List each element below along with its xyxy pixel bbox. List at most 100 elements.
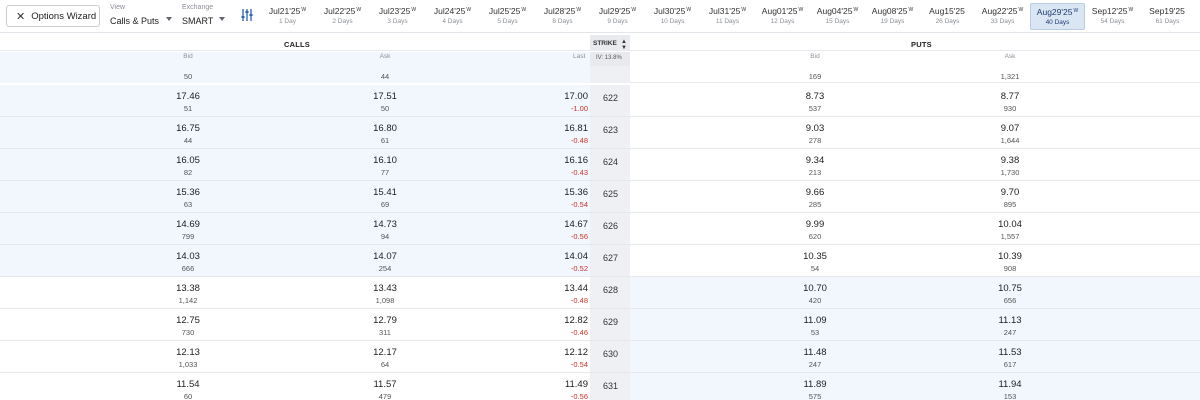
call-change[interactable]: -0.43: [571, 168, 588, 177]
call-bid-size[interactable]: 1,142: [179, 296, 198, 305]
table-row[interactable]: 16.05 82 16.10 77 16.16 -0.43 624 9.34 213 9.38 1,…: [0, 149, 1200, 181]
call-last[interactable]: 16.81: [564, 123, 588, 134]
call-bid-size[interactable]: 51: [184, 104, 192, 113]
strike-cell[interactable]: 631: [590, 373, 630, 400]
call-ask-size[interactable]: 50: [381, 104, 389, 113]
put-ask[interactable]: 10.75: [998, 283, 1022, 294]
sliders-icon[interactable]: [240, 8, 254, 22]
table-row[interactable]: 16.75 44 16.80 61 16.81 -0.48 623 9.03 278 9.07 1,…: [0, 117, 1200, 149]
put-bid-size[interactable]: 278: [809, 136, 822, 145]
call-ask-size[interactable]: 311: [379, 328, 391, 337]
table-row[interactable]: 11.54 60 11.57 479 11.49 -0.56 631 11.89 575 11.9…: [0, 373, 1200, 400]
put-bid-size[interactable]: 169: [809, 72, 822, 81]
call-last[interactable]: 13.44: [564, 283, 588, 294]
strike-cell[interactable]: 623: [590, 117, 630, 148]
expiration-tab[interactable]: Jul29'25W 9 Days: [590, 3, 645, 30]
put-ask[interactable]: 10.39: [998, 251, 1022, 262]
call-ask-size[interactable]: 44: [381, 72, 389, 81]
table-row[interactable]: 12.13 1,033 12.17 64 12.12 -0.54 630 11.48 247 11…: [0, 341, 1200, 373]
call-change[interactable]: -0.48: [571, 136, 588, 145]
call-last[interactable]: 14.67: [564, 219, 588, 230]
expiration-tab[interactable]: Jul30'25W 10 Days: [645, 3, 700, 30]
call-last[interactable]: 11.49: [565, 379, 588, 390]
call-bid[interactable]: 16.75: [176, 123, 200, 134]
call-ask[interactable]: 14.73: [373, 219, 397, 230]
strike-cell[interactable]: 628: [590, 277, 630, 308]
call-bid[interactable]: 15.36: [176, 187, 200, 198]
put-ask-size[interactable]: 247: [1004, 328, 1017, 337]
strike-cell[interactable]: 627: [590, 245, 630, 276]
call-ask[interactable]: 16.10: [373, 155, 397, 166]
put-bid[interactable]: 9.66: [806, 187, 825, 198]
table-row[interactable]: 17.46 51 17.51 50 17.00 -1.00 622 8.73 537 8.77 93…: [0, 85, 1200, 117]
call-bid-size[interactable]: 799: [182, 232, 195, 241]
call-last[interactable]: 16.16: [564, 155, 588, 166]
expiration-tab[interactable]: Sep19'25 61 Days: [1140, 3, 1195, 30]
put-bid-size[interactable]: 620: [809, 232, 822, 241]
call-ask-size[interactable]: 69: [381, 200, 389, 209]
expiration-tab[interactable]: Jul24'25W 4 Days: [425, 3, 480, 30]
put-ask-size[interactable]: 1,644: [1001, 136, 1020, 145]
put-bid-size[interactable]: 420: [809, 296, 822, 305]
expiration-tab[interactable]: Jul31'25W 11 Days: [700, 3, 755, 30]
strike-cell[interactable]: 625: [590, 181, 630, 212]
call-bid[interactable]: 14.69: [176, 219, 200, 230]
expiration-tab[interactable]: Aug08'25W 19 Days: [865, 3, 920, 30]
call-change[interactable]: -0.52: [571, 264, 588, 273]
expiration-tab[interactable]: Sep12'25W 54 Days: [1085, 3, 1140, 30]
exchange-dropdown[interactable]: SMART: [182, 16, 213, 26]
put-ask[interactable]: 8.77: [1001, 91, 1020, 102]
call-change[interactable]: -1.00: [571, 104, 588, 113]
call-bid[interactable]: 13.38: [176, 283, 200, 294]
call-ask-size[interactable]: 61: [381, 136, 389, 145]
call-change[interactable]: -0.54: [571, 200, 588, 209]
put-bid[interactable]: 11.89: [803, 379, 826, 390]
table-row[interactable]: 14.03 666 14.07 254 14.04 -0.52 627 10.35 54 10.3…: [0, 245, 1200, 277]
call-bid-size[interactable]: 1,033: [179, 360, 198, 369]
call-bid-size[interactable]: 60: [184, 392, 192, 400]
strike-column-header[interactable]: STRIKE ▲ ▼: [590, 35, 630, 51]
put-bid-size[interactable]: 247: [809, 360, 822, 369]
call-ask-size[interactable]: 1,098: [376, 296, 395, 305]
put-ask-size[interactable]: 1,557: [1001, 232, 1020, 241]
put-bid[interactable]: 11.48: [803, 347, 826, 358]
put-ask[interactable]: 11.94: [998, 379, 1021, 390]
expiration-tab[interactable]: Jul21'25W 1 Day: [260, 3, 315, 30]
put-bid[interactable]: 9.34: [806, 155, 825, 166]
put-ask-size[interactable]: 617: [1004, 360, 1017, 369]
table-row[interactable]: 15.36 63 15.41 69 15.36 -0.54 625 9.66 285 9.70 89…: [0, 181, 1200, 213]
put-ask-size[interactable]: 153: [1004, 392, 1017, 400]
put-ask[interactable]: 10.04: [998, 219, 1022, 230]
options-wizard-button[interactable]: ✕ Options Wizard: [6, 5, 100, 27]
put-bid[interactable]: 10.35: [803, 251, 827, 262]
expiration-tab[interactable]: Jul28'25W 8 Days: [535, 3, 590, 30]
sort-icon[interactable]: ▲ ▼: [621, 39, 627, 51]
call-last[interactable]: 14.04: [564, 251, 588, 262]
expiration-tab[interactable]: Aug15'25 26 Days: [920, 3, 975, 30]
put-bid-size[interactable]: 537: [809, 104, 822, 113]
put-ask[interactable]: 11.53: [998, 347, 1021, 358]
call-bid[interactable]: 11.54: [176, 379, 199, 390]
call-bid[interactable]: 12.13: [176, 347, 200, 358]
table-row[interactable]: 12.75 730 12.79 311 12.82 -0.46 629 11.09 53 11.1…: [0, 309, 1200, 341]
call-ask-size[interactable]: 254: [379, 264, 392, 273]
expiration-tab[interactable]: Aug01'25W 12 Days: [755, 3, 810, 30]
call-bid-size[interactable]: 63: [184, 200, 192, 209]
call-bid[interactable]: 16.05: [176, 155, 200, 166]
call-change[interactable]: -0.56: [571, 392, 588, 400]
put-bid[interactable]: 8.73: [806, 91, 825, 102]
call-ask-size[interactable]: 479: [379, 392, 392, 400]
put-bid-size[interactable]: 575: [809, 392, 822, 400]
call-ask[interactable]: 16.80: [373, 123, 397, 134]
call-ask[interactable]: 15.41: [373, 187, 397, 198]
put-ask[interactable]: 9.70: [1001, 187, 1020, 198]
strike-cell[interactable]: 629: [590, 309, 630, 340]
put-bid-size[interactable]: 54: [811, 264, 819, 273]
expiration-tab[interactable]: Aug04'25W 15 Days: [810, 3, 865, 30]
strike-cell[interactable]: 630: [590, 341, 630, 372]
put-bid[interactable]: 9.03: [806, 123, 825, 134]
call-ask[interactable]: 11.57: [373, 379, 396, 390]
put-bid-size[interactable]: 285: [809, 200, 822, 209]
put-ask-size[interactable]: 1,321: [1001, 72, 1020, 81]
call-bid-size[interactable]: 82: [184, 168, 192, 177]
